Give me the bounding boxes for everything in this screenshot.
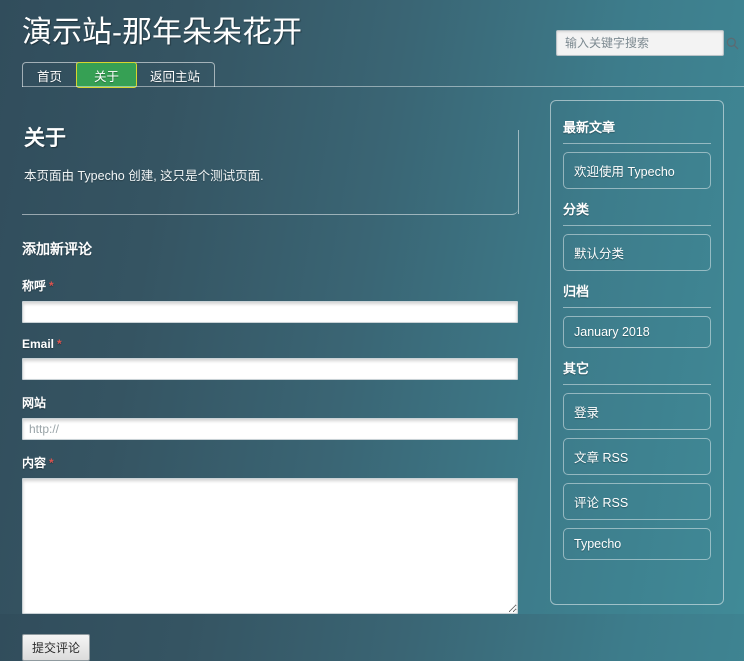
nav-item-home[interactable]: 首页 xyxy=(23,63,78,87)
search-icon xyxy=(726,37,739,50)
search-box[interactable] xyxy=(556,30,739,56)
main-navigation[interactable]: 首页 关于 返回主站 xyxy=(22,62,216,88)
sidebar-link-comment-rss[interactable]: 评论 RSS xyxy=(563,483,711,520)
nav-divider xyxy=(22,86,744,87)
field-content: 内容 * xyxy=(22,454,518,614)
sidebar-link-login[interactable]: 登录 xyxy=(563,393,711,430)
sidebar-link-post-rss[interactable]: 文章 RSS xyxy=(563,438,711,475)
sidebar-list-categories: 默认分类 xyxy=(563,234,711,271)
search-button[interactable] xyxy=(726,31,739,55)
required-marker: * xyxy=(49,279,54,293)
page-layout: 关于 本页面由 Typecho 创建, 这只是个测试页面. 添加新评论 称呼 * … xyxy=(0,92,744,661)
input-comment-text[interactable] xyxy=(22,478,518,614)
main-content: 关于 本页面由 Typecho 创建, 这只是个测试页面. 添加新评论 称呼 * … xyxy=(0,92,540,661)
nav-item-about[interactable]: 关于 xyxy=(76,62,138,88)
field-website: 网站 xyxy=(22,394,518,440)
post-article: 关于 本页面由 Typecho 创建, 这只是个测试页面. xyxy=(22,110,519,215)
sidebar-link-welcome-typecho[interactable]: 欢迎使用 Typecho xyxy=(563,152,711,189)
list-item: 评论 RSS xyxy=(563,483,711,520)
label-email: Email * xyxy=(22,337,518,351)
submit-comment-button[interactable]: 提交评论 xyxy=(22,634,91,661)
list-item: January 2018 xyxy=(563,316,711,348)
sidebar-heading-other: 其它 xyxy=(563,358,711,385)
sidebar-heading-recent-posts: 最新文章 xyxy=(563,117,711,144)
sidebar-section-archives: 归档 January 2018 xyxy=(563,281,711,348)
sidebar-link-default-category[interactable]: 默认分类 xyxy=(563,234,711,271)
label-content-text: 内容 xyxy=(22,456,47,470)
sidebar-section-other: 其它 登录 文章 RSS 评论 RSS Typecho xyxy=(563,358,711,560)
list-item: 欢迎使用 Typecho xyxy=(563,152,711,189)
sidebar-link-january-2018[interactable]: January 2018 xyxy=(563,316,711,348)
site-header: 演示站-那年朵朵花开 首页 关于 返回主站 xyxy=(0,0,744,92)
sidebar-heading-archives: 归档 xyxy=(563,281,711,308)
list-item: 登录 xyxy=(563,393,711,430)
label-author: 称呼 * xyxy=(22,277,518,294)
sidebar-list-other: 登录 文章 RSS 评论 RSS Typecho xyxy=(563,393,711,560)
post-title: 关于 xyxy=(24,127,66,150)
label-website-text: 网站 xyxy=(22,396,47,410)
list-item: Typecho xyxy=(563,528,711,560)
page-title: 演示站-那年朵朵花开 xyxy=(22,16,302,49)
sidebar-list-archives: January 2018 xyxy=(563,316,711,348)
nav-item-mainsite[interactable]: 返回主站 xyxy=(136,63,214,87)
label-content: 内容 * xyxy=(22,454,518,471)
sidebar-list-recent-posts: 欢迎使用 Typecho xyxy=(563,152,711,189)
input-website[interactable] xyxy=(22,418,518,440)
sidebar-section-categories: 分类 默认分类 xyxy=(563,199,711,271)
sidebar: 最新文章 欢迎使用 Typecho 分类 默认分类 归档 January 201… xyxy=(550,100,724,605)
required-marker: * xyxy=(49,456,54,470)
sidebar-section-recent-posts: 最新文章 欢迎使用 Typecho xyxy=(563,117,711,189)
comment-form-heading: 添加新评论 xyxy=(22,241,92,257)
list-item: 文章 RSS xyxy=(563,438,711,475)
sidebar-column: 最新文章 欢迎使用 Typecho 分类 默认分类 归档 January 201… xyxy=(540,92,744,614)
label-email-text: Email xyxy=(22,337,55,351)
input-author[interactable] xyxy=(22,301,518,323)
required-marker: * xyxy=(57,337,62,351)
label-author-text: 称呼 xyxy=(22,279,47,293)
comment-form: 添加新评论 称呼 * Email * 网站 http:// 内容 * 提交评论 xyxy=(22,239,518,661)
search-input[interactable] xyxy=(557,31,726,55)
sidebar-link-typecho[interactable]: Typecho xyxy=(563,528,711,560)
field-author: 称呼 * xyxy=(22,277,518,323)
post-body: 本页面由 Typecho 创建, 这只是个测试页面. xyxy=(24,169,264,183)
label-website: 网站 xyxy=(22,394,518,411)
sidebar-heading-categories: 分类 xyxy=(563,199,711,226)
field-email: Email * xyxy=(22,337,518,380)
input-email[interactable] xyxy=(22,358,518,380)
list-item: 默认分类 xyxy=(563,234,711,271)
